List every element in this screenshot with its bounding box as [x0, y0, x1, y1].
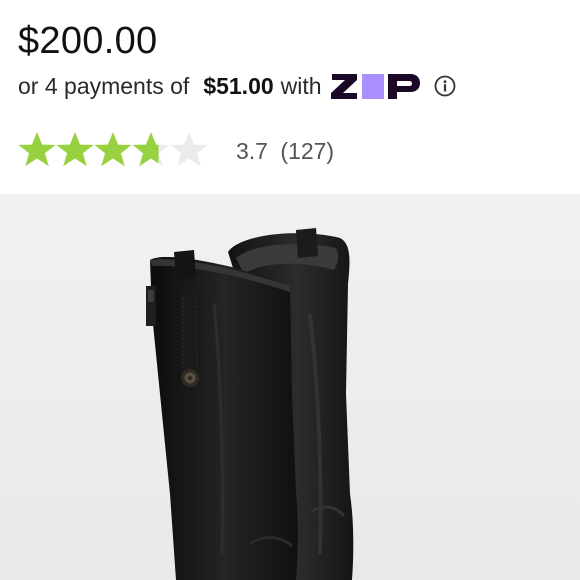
product-image[interactable] [0, 194, 580, 580]
installment-connector: with [280, 72, 322, 99]
star-icon [18, 132, 56, 167]
product-price: $200.00 [18, 20, 158, 62]
zip-logo[interactable] [330, 71, 422, 101]
star-icon [94, 132, 132, 167]
star-half-icon [132, 132, 170, 167]
installment-offer: or 4 payments of $51.00 with [18, 70, 456, 102]
installment-amount: $51.00 [203, 72, 274, 99]
rating-score: 3.7 [236, 137, 268, 164]
rating-count[interactable]: (127) [280, 138, 334, 164]
rating-row[interactable]: 3.7 (127) [18, 128, 334, 174]
info-icon[interactable] [434, 75, 456, 97]
star-empty-icon [170, 132, 208, 167]
star-icon [56, 132, 94, 167]
installment-prefix: or 4 payments of [18, 72, 190, 99]
rating-summary: 3.7 (127) [236, 138, 334, 165]
boot-illustration [0, 194, 580, 580]
star-rating [18, 131, 208, 171]
